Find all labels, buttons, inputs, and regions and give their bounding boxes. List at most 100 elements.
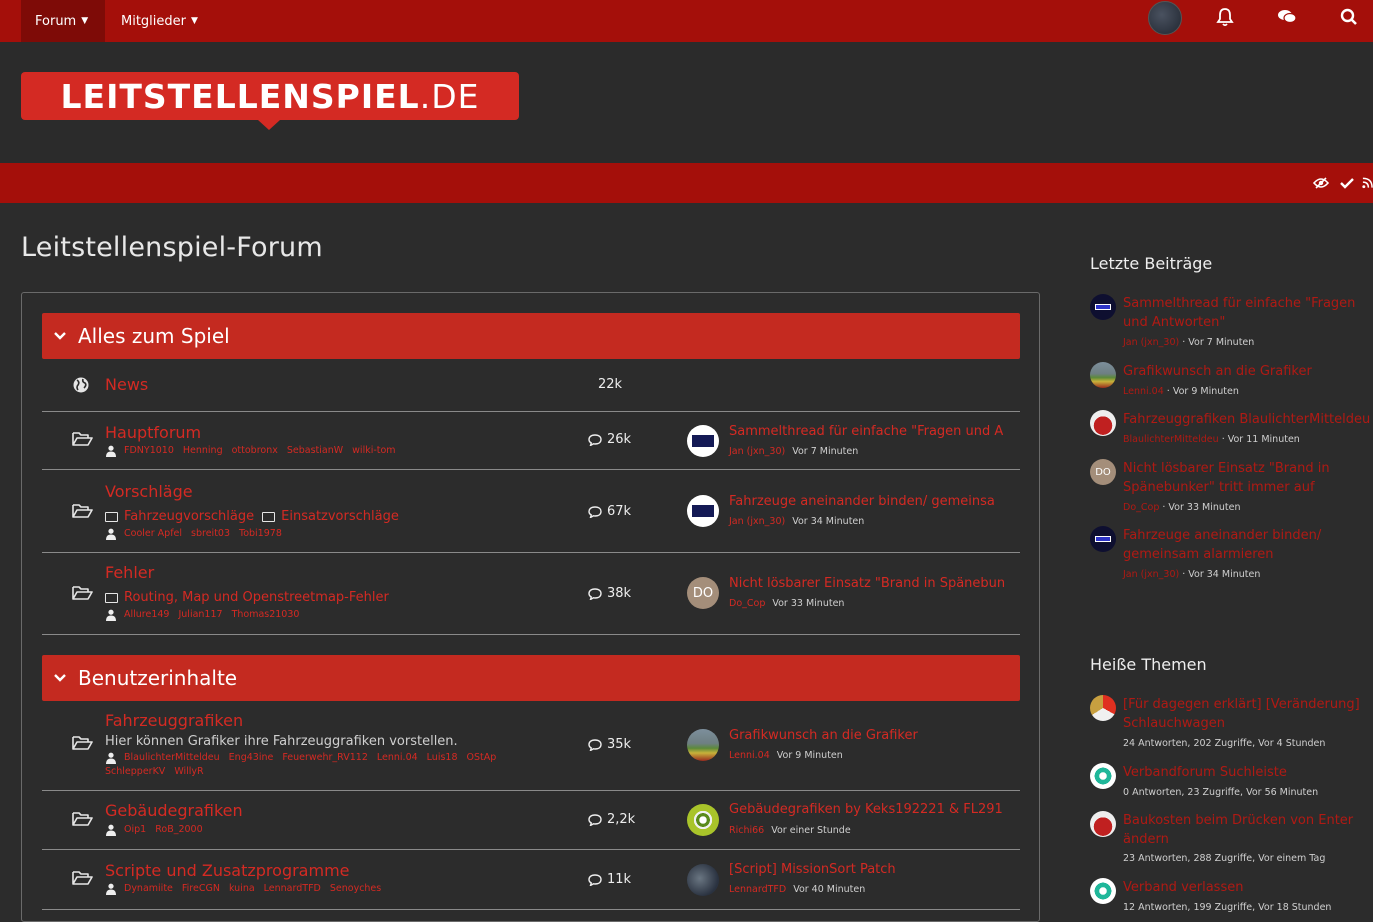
recent-post-user[interactable]: Lenni.04: [1123, 386, 1164, 397]
recent-post-user[interactable]: BlaulichterMitteldeu: [1123, 434, 1219, 445]
recent-post-title[interactable]: Sammelthread für einfache "Fragen und An…: [1123, 294, 1363, 332]
moderator-link[interactable]: Oip1: [124, 823, 146, 837]
moderator-link[interactable]: WillyR: [174, 765, 203, 779]
hot-topic-title[interactable]: Verbandforum Suchleiste: [1123, 763, 1363, 782]
category-header[interactable]: Alles zum Spiel: [42, 313, 1020, 359]
hot-topic-avatar[interactable]: [1090, 763, 1116, 789]
last-post-title[interactable]: Fahrzeuge aneinander binden/ gemeinsa: [729, 494, 995, 509]
notifications-icon[interactable]: [1208, 0, 1242, 34]
recent-post-avatar[interactable]: DO: [1090, 459, 1116, 485]
rss-icon[interactable]: [1362, 172, 1373, 194]
last-post-title[interactable]: Nicht lösbarer Einsatz "Brand in Spänebu…: [729, 576, 1005, 591]
last-post-user[interactable]: Lenni.04: [729, 750, 770, 761]
moderator-link[interactable]: sbreit03: [191, 527, 230, 541]
last-post-user[interactable]: LennardTFD: [729, 884, 786, 895]
moderator-link[interactable]: wilki-tom: [352, 444, 395, 458]
last-post-avatar[interactable]: [687, 425, 719, 457]
last-post-user[interactable]: Jan (jxn_30): [729, 446, 785, 457]
moderator-link[interactable]: OStAp: [467, 751, 497, 765]
last-post-user[interactable]: Jan (jxn_30): [729, 516, 785, 527]
moderator-link[interactable]: Eng43ine: [229, 751, 274, 765]
recent-post-title[interactable]: Nicht lösbarer Einsatz "Brand in Spänebu…: [1123, 459, 1363, 497]
last-post-meta: Richi66 Vor einer Stunde: [729, 825, 851, 836]
user-avatar[interactable]: [1148, 1, 1182, 35]
moderator-link[interactable]: Feuerwehr_RV112: [282, 751, 368, 765]
moderator-link[interactable]: Dynamiite: [124, 882, 173, 896]
moderator-link[interactable]: Senoyches: [330, 882, 381, 896]
last-post-user[interactable]: Richi66: [729, 825, 764, 836]
hot-topic-avatar[interactable]: [1090, 878, 1116, 904]
moderator-link[interactable]: BlaulichterMitteldeu: [124, 751, 220, 765]
recent-post-avatar[interactable]: [1090, 362, 1116, 388]
forum-title[interactable]: News: [105, 375, 148, 394]
collapse-chevron-icon[interactable]: [54, 328, 68, 344]
category-title[interactable]: Alles zum Spiel: [78, 324, 230, 348]
last-post-title[interactable]: Sammelthread für einfache "Fragen und A: [729, 424, 1003, 439]
recent-post-title[interactable]: Fahrzeuge aneinander binden/ gemeinsam a…: [1123, 526, 1363, 564]
category-header[interactable]: Benutzerinhalte: [42, 655, 1020, 701]
last-post-user[interactable]: Do_Cop: [729, 598, 765, 609]
nav-members[interactable]: Mitglieder ▼: [107, 0, 207, 42]
subforum-link[interactable]: Routing, Map und Openstreetmap-Fehler: [105, 590, 389, 605]
recent-post-user[interactable]: Jan (jxn_30): [1123, 337, 1179, 348]
last-post-avatar[interactable]: [687, 864, 719, 896]
moderator-link[interactable]: FireCGN: [182, 882, 220, 896]
user-icon: [106, 883, 116, 895]
last-post-title[interactable]: [Script] MissionSort Patch: [729, 862, 896, 877]
collapse-chevron-icon[interactable]: [54, 670, 68, 686]
moderator-link[interactable]: SchlepperKV: [105, 765, 165, 779]
forum-row: News 22k: [42, 359, 1020, 412]
last-post-avatar[interactable]: DO: [687, 577, 719, 609]
nav-forum[interactable]: Forum ▼: [21, 0, 105, 42]
last-post-title[interactable]: Grafikwunsch an die Grafiker: [729, 728, 918, 743]
category-title[interactable]: Benutzerinhalte: [78, 666, 237, 690]
recent-post-item: Fahrzeuge aneinander binden/ gemeinsam a…: [1090, 526, 1360, 586]
forum-title[interactable]: Gebäudegrafiken: [105, 801, 243, 820]
last-post-avatar[interactable]: [687, 729, 719, 761]
moderator-link[interactable]: FDNY1010: [124, 444, 174, 458]
moderator-link[interactable]: LennardTFD: [264, 882, 321, 896]
moderator-link[interactable]: kuina: [229, 882, 255, 896]
forum-title[interactable]: Fehler: [105, 563, 154, 582]
recent-post-title[interactable]: Fahrzeuggrafiken BlaulichterMitteldeu: [1123, 410, 1370, 429]
hot-topic-title[interactable]: [Für dagegen erklärt] [Veränderung] Schl…: [1123, 695, 1363, 733]
moderator-link[interactable]: Julian117: [178, 608, 222, 622]
site-logo[interactable]: LEITSTELLENSPIEL.DE: [21, 72, 519, 120]
hot-topic-title[interactable]: Verband verlassen: [1123, 878, 1363, 897]
recent-post-user[interactable]: Jan (jxn_30): [1123, 569, 1179, 580]
last-post-avatar[interactable]: [687, 804, 719, 836]
forum-title[interactable]: Fahrzeuggrafiken: [105, 711, 243, 730]
recent-post-user[interactable]: Do_Cop: [1123, 502, 1159, 513]
hot-topic-avatar[interactable]: [1090, 695, 1116, 721]
recent-post-title[interactable]: Grafikwunsch an die Grafiker: [1123, 362, 1363, 381]
subforum-link[interactable]: Fahrzeugvorschläge: [105, 509, 254, 524]
forum-title[interactable]: Vorschläge: [105, 482, 193, 501]
moderator-link[interactable]: Henning: [183, 444, 223, 458]
hot-topic-avatar[interactable]: [1090, 811, 1116, 837]
recent-post-item: Fahrzeuggrafiken BlaulichterMitteldeu Bl…: [1090, 410, 1370, 450]
mark-read-icon[interactable]: [1337, 172, 1357, 194]
moderator-link[interactable]: RoB_2000: [155, 823, 202, 837]
moderator-link[interactable]: ottobronx: [232, 444, 278, 458]
recent-post-avatar[interactable]: [1090, 526, 1116, 552]
subforum-link[interactable]: Einsatzvorschläge: [262, 509, 399, 524]
moderator-link[interactable]: Thomas21030: [232, 608, 300, 622]
last-post-title[interactable]: Gebäudegrafiken by Keks192221 & FL291: [729, 802, 1003, 817]
moderator-link[interactable]: Allure149: [124, 608, 169, 622]
hide-icon[interactable]: [1311, 172, 1331, 194]
moderator-link[interactable]: Cooler Apfel: [124, 527, 182, 541]
moderator-link[interactable]: SebastianW: [287, 444, 343, 458]
moderator-list: Allure149 Julian117 Thomas21030: [105, 608, 525, 622]
forum-title[interactable]: Hauptforum: [105, 423, 201, 442]
conversations-icon[interactable]: [1270, 0, 1304, 34]
recent-post-avatar[interactable]: [1090, 410, 1116, 436]
last-post-meta: Do_Cop Vor 33 Minuten: [729, 598, 844, 609]
moderator-link[interactable]: Tobi1978: [239, 527, 282, 541]
forum-title[interactable]: Scripte und Zusatzprogramme: [105, 861, 350, 880]
moderator-link[interactable]: Lenni.04: [377, 751, 418, 765]
moderator-link[interactable]: Luis18: [427, 751, 458, 765]
recent-post-avatar[interactable]: [1090, 294, 1116, 320]
search-icon[interactable]: [1332, 0, 1366, 34]
hot-topic-title[interactable]: Baukosten beim Drücken von Enter ändern: [1123, 811, 1363, 849]
last-post-avatar[interactable]: [687, 495, 719, 527]
